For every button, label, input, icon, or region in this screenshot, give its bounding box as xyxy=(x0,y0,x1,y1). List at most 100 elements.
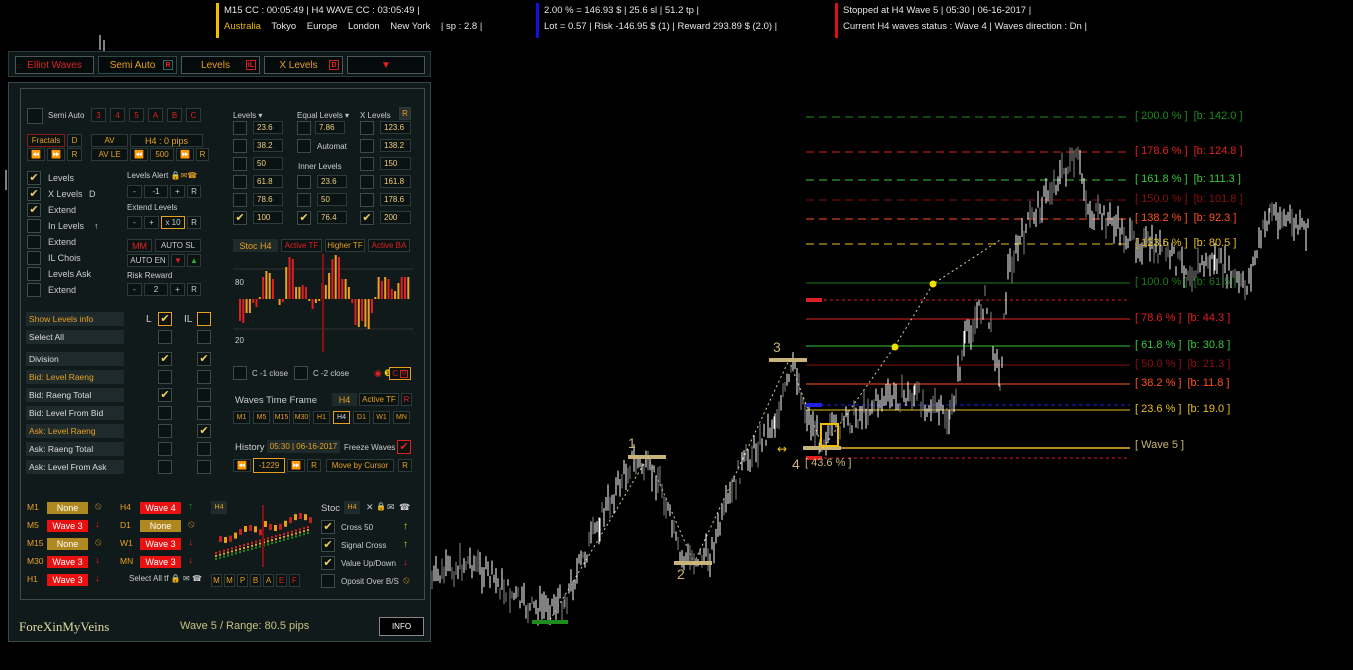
toggle-checkbox-5[interactable] xyxy=(27,251,41,265)
count-reset-button[interactable]: R xyxy=(196,148,209,161)
equal-level-checkbox[interactable] xyxy=(297,121,311,135)
toggle-checkbox-1[interactable] xyxy=(27,187,41,201)
extend-reset-button[interactable]: R xyxy=(187,216,201,229)
automat-checkbox[interactable] xyxy=(297,139,311,153)
semi-auto-checkbox[interactable] xyxy=(27,108,43,124)
history-back-button[interactable]: ⏪ xyxy=(233,459,251,472)
extend-plus-button[interactable]: + xyxy=(144,216,159,229)
info-button[interactable]: INFO xyxy=(379,617,424,636)
x-levels-button[interactable]: X Levels D xyxy=(264,56,343,74)
elliot-waves-button[interactable]: Elliot Waves xyxy=(15,56,94,74)
mini-button-M-1[interactable]: M xyxy=(224,574,235,587)
mini-button-A-4[interactable]: A xyxy=(263,574,274,587)
alert-value-field[interactable]: -1 xyxy=(144,185,168,198)
move-cursor-reset-button[interactable]: R xyxy=(398,459,412,472)
x-level-checkbox-161.8[interactable] xyxy=(360,175,374,189)
tf-button-W1[interactable]: W1 xyxy=(373,411,390,424)
level-checkbox-23.6[interactable] xyxy=(233,121,247,135)
info-il-checkbox-2[interactable] xyxy=(197,352,211,366)
stoc-option-checkbox-1[interactable] xyxy=(321,538,335,552)
level-checkbox-100[interactable] xyxy=(233,211,247,225)
stoc-active-ba-button[interactable]: Active BA xyxy=(368,239,410,252)
mini-button-M-0[interactable]: M xyxy=(211,574,222,587)
waves-active-tf-button[interactable]: Active TF xyxy=(359,393,399,406)
fractals-forward-button[interactable]: ⏩ xyxy=(47,148,65,161)
history-reset-button[interactable]: R xyxy=(307,459,321,472)
tf-button-M15[interactable]: M15 xyxy=(273,411,290,424)
rr-plus-button[interactable]: + xyxy=(170,283,185,296)
info-il-checkbox-8[interactable] xyxy=(197,460,211,474)
tf-button-H4[interactable]: H4 xyxy=(333,411,350,424)
info-il-checkbox-4[interactable] xyxy=(197,388,211,402)
count-forward-button[interactable]: ⏩ xyxy=(176,148,194,161)
c1-close-checkbox[interactable] xyxy=(233,366,247,380)
toggle-checkbox-7[interactable] xyxy=(27,283,41,297)
wave-button-4[interactable]: 4 xyxy=(110,108,125,122)
levels-button[interactable]: Levels IL xyxy=(181,56,260,74)
phone-icon[interactable]: ☎ xyxy=(399,502,410,513)
info-il-checkbox-3[interactable] xyxy=(197,370,211,384)
level-value-23.6[interactable]: 23.6 xyxy=(253,121,283,134)
fractals-d-button[interactable]: D xyxy=(67,134,82,147)
waves-tf-reset-button[interactable]: R xyxy=(401,393,412,406)
info-l-checkbox-7[interactable] xyxy=(158,442,172,456)
av-le-button[interactable]: AV LE xyxy=(91,148,128,161)
target-icon[interactable]: ◉ xyxy=(374,368,382,379)
semi-auto-button[interactable]: Semi Auto R xyxy=(98,56,177,74)
toggle-checkbox-3[interactable] xyxy=(27,219,41,233)
mail-icon[interactable]: ✉ xyxy=(387,502,395,513)
level-value-38.2[interactable]: 38.2 xyxy=(253,139,283,152)
c2-close-checkbox[interactable] xyxy=(294,366,308,380)
alert-minus-button[interactable]: - xyxy=(127,185,142,198)
count-back-button[interactable]: ⏪ xyxy=(130,148,148,161)
wave-button-C[interactable]: C xyxy=(186,108,201,122)
av-button[interactable]: AV xyxy=(91,134,128,147)
equal-levels-header[interactable]: Equal Levels ▾ xyxy=(297,111,349,120)
x-level-checkbox-123.6[interactable] xyxy=(360,121,374,135)
mini-button-P-2[interactable]: P xyxy=(237,574,248,587)
x-level-checkbox-178.6[interactable] xyxy=(360,193,374,207)
x-level-value-150[interactable]: 150 xyxy=(380,157,411,170)
x-level-value-123.6[interactable]: 123.6 xyxy=(380,121,411,134)
extend-value-field[interactable]: x 10 xyxy=(161,216,185,229)
mm-button[interactable]: MM xyxy=(127,239,152,252)
fractals-back-button[interactable]: ⏪ xyxy=(27,148,45,161)
toggle-checkbox-0[interactable] xyxy=(27,171,41,185)
info-l-checkbox-4[interactable] xyxy=(158,388,172,402)
lock-icon[interactable]: 🔒 xyxy=(376,502,386,511)
tf-button-D1[interactable]: D1 xyxy=(353,411,370,424)
level-value-61.8[interactable]: 61.8 xyxy=(253,175,283,188)
level-checkbox-61.8[interactable] xyxy=(233,175,247,189)
equal-level-value[interactable]: 7.86 xyxy=(315,121,345,134)
inner-level-value-23.6[interactable]: 23.6 xyxy=(317,175,347,188)
inner-level-value-50[interactable]: 50 xyxy=(317,193,347,206)
info-il-checkbox-1[interactable] xyxy=(197,330,211,344)
alert-reset-button[interactable]: R xyxy=(187,185,201,198)
x-level-value-178.6[interactable]: 178.6 xyxy=(380,193,411,206)
wave-button-5[interactable]: 5 xyxy=(129,108,144,122)
level-value-78.6[interactable]: 78.6 xyxy=(253,193,283,206)
tf-button-M30[interactable]: M30 xyxy=(293,411,310,424)
inner-level-checkbox-76.4[interactable] xyxy=(297,211,311,225)
mini-button-F-6[interactable]: F xyxy=(289,574,300,587)
x-level-checkbox-150[interactable] xyxy=(360,157,374,171)
info-l-checkbox-8[interactable] xyxy=(158,460,172,474)
semi-auto-reset[interactable]: R xyxy=(163,60,173,70)
rr-value-field[interactable]: 2 xyxy=(144,283,168,296)
c-counter-button[interactable]: C 0 xyxy=(389,367,411,380)
mini-button-E-5[interactable]: E xyxy=(276,574,287,587)
dropdown-button[interactable]: ▼ xyxy=(347,56,425,74)
auto-en-button[interactable]: AUTO EN xyxy=(127,254,169,267)
stoc-higher-tf-button[interactable]: Higher TF xyxy=(325,239,365,252)
tf-button-M5[interactable]: M5 xyxy=(253,411,270,424)
info-l-checkbox-5[interactable] xyxy=(158,406,172,420)
level-checkbox-50[interactable] xyxy=(233,157,247,171)
level-checkbox-38.2[interactable] xyxy=(233,139,247,153)
rr-reset-button[interactable]: R xyxy=(187,283,201,296)
rr-minus-button[interactable]: - xyxy=(127,283,142,296)
info-l-checkbox-6[interactable] xyxy=(158,424,172,438)
info-l-checkbox-1[interactable] xyxy=(158,330,172,344)
auto-sl-button[interactable]: AUTO SL xyxy=(155,239,201,252)
info-l-checkbox-3[interactable] xyxy=(158,370,172,384)
history-forward-button[interactable]: ⏩ xyxy=(287,459,305,472)
